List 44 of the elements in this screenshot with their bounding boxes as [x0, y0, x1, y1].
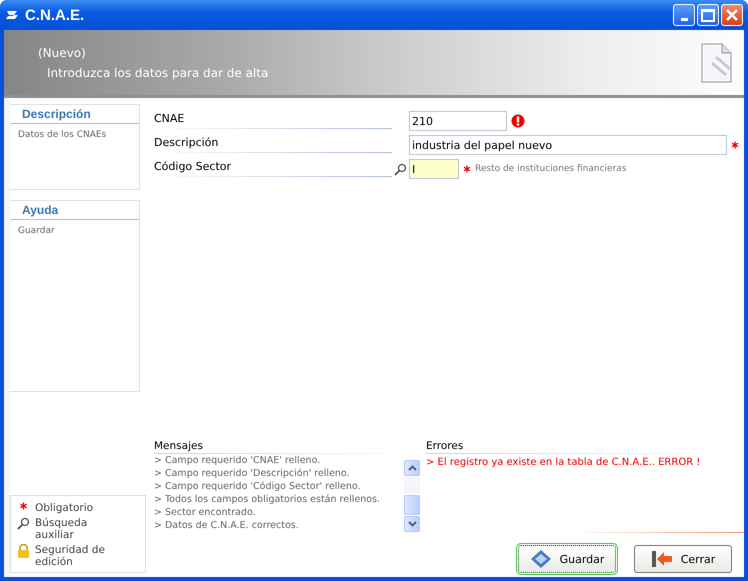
scroll-down-icon[interactable]: [408, 521, 416, 527]
message-line: > Campo requerido 'Código Sector' relleno.: [154, 480, 362, 493]
text-input[interactable]: industria del papel nuevo: [409, 135, 727, 155]
scroll-up-icon[interactable]: [408, 465, 416, 471]
legend-label: Seguridad de edición: [35, 544, 106, 568]
save-button[interactable]: Guardar: [518, 545, 616, 573]
mode-label: (Nuevo): [38, 46, 87, 60]
panel-text: Datos de los CNAEs: [17, 129, 108, 140]
error-message: > El registro ya existe en la tabla de C.N.A.E.. ERROR !: [426, 456, 702, 468]
field-label: CNAE: [154, 112, 392, 129]
header-subtitle: Introduzca los datos para dar de alta: [46, 66, 268, 80]
panel-title: Ayuda: [10, 201, 139, 220]
close-icon[interactable]: [725, 8, 739, 22]
errors-heading: Errores: [426, 440, 734, 454]
diamond-icon: [530, 549, 552, 569]
message-line: > Todos los campos obligatorios están rellenos.: [154, 493, 382, 506]
document-icon: [700, 42, 732, 82]
search-icon[interactable]: [394, 162, 407, 176]
search-icon: [17, 517, 30, 530]
message-line: > Sector encontrado.: [154, 506, 257, 519]
text-input[interactable]: 210: [409, 111, 507, 131]
message-line: > Campo requerido 'CNAE' relleno.: [154, 454, 322, 467]
window-title: C.N.A.E.: [25, 6, 84, 24]
sector-name: Resto de instituciones financieras: [475, 164, 626, 174]
maximize-button[interactable]: [697, 4, 719, 26]
exit-arrow-icon: [650, 549, 673, 569]
close-button[interactable]: [721, 4, 743, 26]
panel-title: Descripción: [10, 105, 139, 124]
scrollbar[interactable]: [404, 460, 420, 532]
lock-icon: [17, 544, 30, 558]
message-line: > Datos de C.N.A.E. correctos.: [154, 519, 300, 532]
legend-label: Obligatorio: [35, 502, 94, 514]
asterisk-icon: [17, 502, 30, 510]
app-logo-icon: [5, 9, 21, 21]
message-line: > Campo requerido 'Descripción' relleno.: [154, 467, 351, 480]
field-label: Descripción: [154, 136, 392, 153]
scroll-thumb[interactable]: [404, 495, 420, 515]
field-label: Código Sector: [154, 160, 392, 177]
minimize-button[interactable]: [673, 4, 695, 26]
messages-heading: Mensajes: [154, 440, 420, 454]
text-input[interactable]: I: [409, 159, 459, 179]
close-button[interactable]: Cerrar: [634, 545, 732, 573]
legend-label: Búsqueda auxiliar: [35, 517, 88, 541]
panel-text: Guardar: [17, 225, 56, 236]
